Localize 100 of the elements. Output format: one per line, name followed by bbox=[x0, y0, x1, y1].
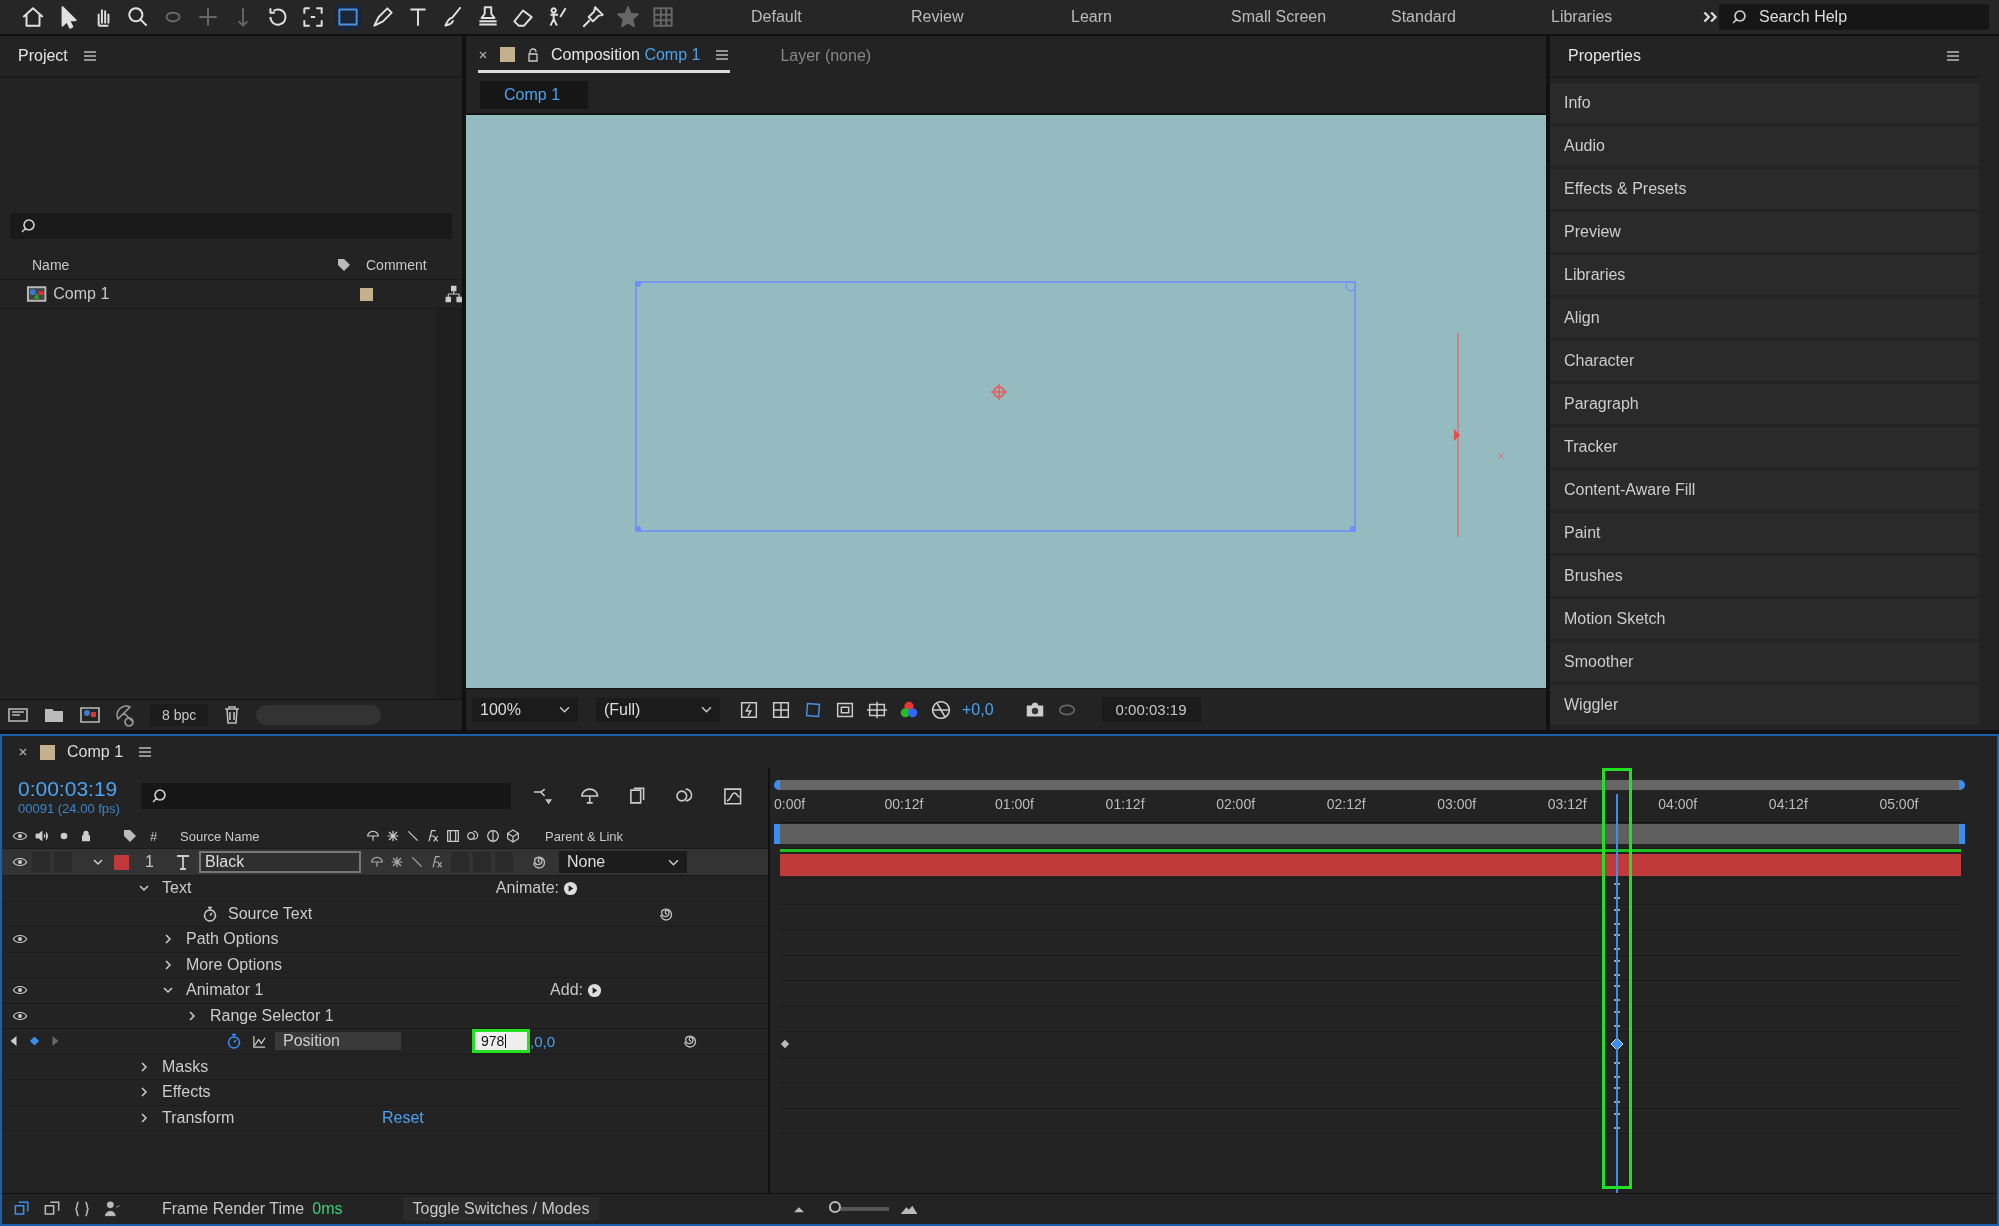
ruler-label: 0:00f bbox=[774, 796, 806, 812]
layer-color-label[interactable] bbox=[114, 854, 129, 870]
workspace-tab[interactable]: Learn bbox=[1071, 8, 1231, 26]
panel-list-item[interactable]: Character bbox=[1550, 341, 1979, 381]
chevron-icon[interactable] bbox=[138, 1060, 150, 1073]
zoom-slider-thumb[interactable] bbox=[829, 1201, 842, 1213]
menu-icon[interactable] bbox=[1945, 48, 1961, 64]
keyframe-diamond-icon[interactable] bbox=[29, 1035, 40, 1048]
layer-name-field[interactable]: Black bbox=[199, 851, 361, 873]
quality-icon[interactable] bbox=[409, 854, 425, 870]
panel-list-item[interactable]: Paragraph bbox=[1550, 384, 1979, 424]
previous-keyframe-icon[interactable] bbox=[8, 1035, 19, 1048]
menu-trigger[interactable]: Add: bbox=[550, 981, 583, 1000]
stopwatch-icon[interactable] bbox=[226, 1033, 242, 1050]
timeline-tab[interactable]: Comp 1 bbox=[67, 743, 124, 761]
panel-list-item[interactable]: Effects & Presets bbox=[1550, 169, 1979, 209]
parent-dropdown[interactable]: None bbox=[559, 851, 687, 873]
current-time-display[interactable]: 0:00:03:19 bbox=[1101, 697, 1201, 722]
chevron-icon[interactable] bbox=[186, 1009, 198, 1022]
menu-icon[interactable] bbox=[81, 48, 98, 64]
property-name[interactable]: Source Text bbox=[228, 904, 313, 923]
speaker-icon[interactable] bbox=[34, 828, 50, 844]
column-header[interactable]: Comment bbox=[366, 257, 427, 273]
panel-list-item[interactable]: Info bbox=[1550, 83, 1979, 123]
column-header[interactable]: Source Name bbox=[180, 828, 365, 844]
workspace-tab[interactable]: Libraries bbox=[1551, 8, 1711, 26]
toggle-switches-button[interactable]: Toggle Switches / Modes bbox=[402, 1197, 600, 1221]
column-header[interactable]: Name bbox=[32, 257, 332, 273]
shy-icon[interactable] bbox=[369, 854, 385, 870]
chevron-icon[interactable] bbox=[138, 1086, 150, 1099]
exposure-reset-icon[interactable] bbox=[930, 698, 952, 721]
keyframe-icon[interactable] bbox=[780, 1039, 790, 1049]
pen-icon[interactable] bbox=[370, 4, 396, 30]
composition-tab[interactable]: Composition Comp 1 bbox=[478, 39, 731, 73]
search-field[interactable] bbox=[141, 783, 511, 809]
panel-list-item[interactable]: Motion Sketch bbox=[1550, 599, 1979, 639]
next-keyframe-icon[interactable] bbox=[50, 1035, 61, 1048]
star-icon[interactable] bbox=[615, 4, 641, 30]
pin-icon[interactable] bbox=[580, 4, 606, 30]
resolution-dropdown[interactable]: (Full) bbox=[596, 697, 720, 722]
property-group-name[interactable]: Transform bbox=[162, 1108, 235, 1127]
rectangle-tool-icon[interactable] bbox=[335, 4, 361, 30]
panel-list-item[interactable]: Paint bbox=[1550, 513, 1979, 553]
current-time[interactable]: 0:00:03:19 bbox=[18, 776, 142, 801]
play-circle-icon[interactable] bbox=[587, 982, 602, 998]
stopwatch-icon[interactable] bbox=[202, 905, 218, 922]
panel-list-item[interactable]: Tracker bbox=[1550, 427, 1979, 467]
reset-link[interactable]: Reset bbox=[382, 1108, 424, 1127]
property-name[interactable]: Position bbox=[275, 1032, 401, 1051]
lock-icon[interactable] bbox=[527, 47, 539, 62]
property-group-name[interactable]: More Options bbox=[186, 955, 283, 974]
property-group-name[interactable]: Animator 1 bbox=[186, 981, 264, 1000]
value-text[interactable]: ,0,0 bbox=[530, 1032, 556, 1050]
workspace-tab[interactable]: Standard bbox=[1391, 8, 1551, 26]
shy-icon bbox=[365, 828, 381, 844]
composition-breadcrumb[interactable]: Comp 1 bbox=[480, 80, 588, 109]
graph-icon[interactable] bbox=[252, 1033, 267, 1049]
exposure-value[interactable]: +0,0 bbox=[962, 700, 994, 719]
braces-icon[interactable] bbox=[72, 1199, 92, 1219]
panel-list-item[interactable]: Align bbox=[1550, 298, 1979, 338]
property-group-name[interactable]: Text bbox=[162, 879, 192, 898]
search-field[interactable] bbox=[10, 213, 452, 239]
panel-list-item[interactable]: Brushes bbox=[1550, 556, 1979, 596]
collapse-icon[interactable] bbox=[389, 854, 405, 870]
frame-count: 00091 (24.00 fps) bbox=[18, 800, 121, 816]
layer-tab[interactable]: Layer (none) bbox=[780, 40, 872, 72]
panel-list-item[interactable]: Smoother bbox=[1550, 642, 1979, 682]
close-icon[interactable] bbox=[478, 49, 488, 60]
panel-list-item[interactable]: Wiggler bbox=[1550, 685, 1979, 725]
workspace-tab[interactable]: Small Screen bbox=[1231, 8, 1391, 26]
anchor-frame-icon[interactable] bbox=[300, 4, 326, 30]
chevron-icon[interactable] bbox=[162, 958, 174, 971]
home-icon[interactable] bbox=[20, 4, 46, 30]
workspace-tab[interactable]: Review bbox=[911, 8, 1071, 26]
chevron-icon[interactable] bbox=[92, 856, 104, 868]
menu-icon[interactable] bbox=[137, 744, 154, 760]
value-input-field[interactable]: 978 bbox=[472, 1029, 530, 1054]
property-group-name[interactable]: Effects bbox=[162, 1083, 211, 1102]
panel-list-item[interactable]: Content-Aware Fill bbox=[1550, 470, 1979, 510]
panel-list-item[interactable]: Libraries bbox=[1550, 255, 1979, 295]
chevron-icon[interactable] bbox=[138, 1111, 150, 1124]
chevron-icon[interactable] bbox=[162, 933, 174, 946]
running-figure-icon[interactable] bbox=[102, 1199, 122, 1219]
close-icon[interactable] bbox=[18, 747, 28, 757]
workspace-tab[interactable]: Default bbox=[751, 8, 911, 26]
caret-icon bbox=[701, 706, 712, 713]
menu-trigger[interactable]: Animate: bbox=[495, 879, 559, 898]
column-header[interactable]: Parent & Link bbox=[545, 828, 624, 844]
property-group-name[interactable]: Range Selector 1 bbox=[210, 1006, 334, 1025]
search-help-field[interactable]: Search Help bbox=[1719, 4, 1989, 30]
bit-depth-button[interactable]: 8 bpc bbox=[150, 704, 209, 726]
panel-list-item[interactable]: Preview bbox=[1550, 212, 1979, 252]
panel-list-item[interactable]: Audio bbox=[1550, 126, 1979, 166]
3d-layer-icon bbox=[505, 828, 521, 844]
play-circle-icon[interactable] bbox=[563, 880, 578, 896]
project-item[interactable]: Comp 1 bbox=[53, 285, 344, 303]
property-group-name[interactable]: Path Options bbox=[186, 930, 279, 949]
property-group-name[interactable]: Masks bbox=[162, 1057, 209, 1076]
magnification-dropdown[interactable]: 100% bbox=[472, 697, 578, 722]
column-header[interactable]: # bbox=[150, 828, 180, 844]
